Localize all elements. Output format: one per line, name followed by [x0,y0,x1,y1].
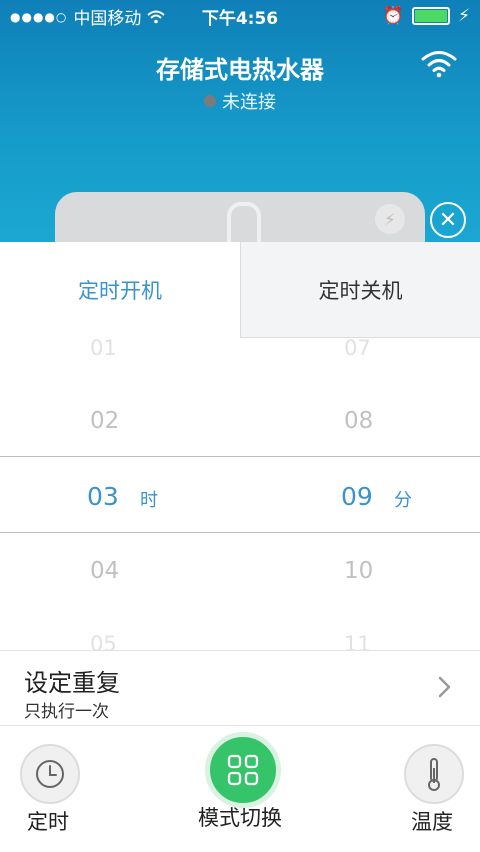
connection-status: 未连接 [0,88,480,114]
picker-selection-top [0,456,480,457]
status-right: ⏰ ⚡ [383,6,470,26]
timer-label[interactable]: 定时 [20,806,76,836]
device-illustration: ⚡ [55,192,425,242]
hour-selected[interactable]: 03 [87,482,119,511]
hour-unit: 时 [140,490,158,511]
thermometer-icon [428,758,440,791]
repeat-setting-row[interactable]: 设定重复 只执行一次 [0,650,480,726]
status-dot [204,95,216,107]
tab-timer-off[interactable]: 定时关机 [240,242,480,338]
hour-option[interactable]: 05 [90,632,117,650]
hour-option[interactable]: 01 [90,338,117,360]
battery-icon [412,7,451,25]
temperature-label[interactable]: 温度 [400,806,464,836]
minute-option[interactable]: 11 [344,632,371,650]
minute-option[interactable]: 07 [344,338,371,360]
time-picker[interactable]: 01 02 03 时 04 05 07 08 09 分 10 11 [0,338,480,650]
repeat-title: 设定重复 [24,669,120,697]
device-slot [227,202,261,242]
mode-switch-label[interactable]: 模式切换 [190,802,290,832]
temperature-button[interactable] [404,744,464,804]
hour-option[interactable]: 04 [90,558,119,584]
minute-option[interactable]: 08 [344,408,373,434]
bolt-icon: ⚡ [375,204,405,234]
tab-timer-on[interactable]: 定时开机 [0,242,240,338]
chevron-right-icon [438,676,451,698]
alarm-icon: ⏰ [382,6,405,26]
clock-icon [36,760,64,788]
minute-selected[interactable]: 09 [341,482,373,511]
status-bar: ●●●●○ 中国移动 下午4:56 ⏰ ⚡ [0,0,480,30]
mode-switch-button[interactable] [205,732,281,808]
repeat-value: 只执行一次 [24,702,109,722]
bottom-bar: 定时 模式切换 温度 [0,726,480,852]
close-icon[interactable]: ✕ [430,202,466,238]
picker-selection-bottom [0,532,480,533]
minute-option[interactable]: 10 [344,558,373,584]
charging-icon: ⚡ [458,6,470,26]
timer-tabs: 定时开机 定时关机 [0,242,480,338]
grid-icon [227,754,259,786]
wifi-icon[interactable] [420,48,458,78]
connection-status-label: 未连接 [222,92,276,113]
header: ●●●●○ 中国移动 下午4:56 ⏰ ⚡ 存储式电热水器 未连接 ⚡ ✕ [0,0,480,242]
minute-unit: 分 [394,490,412,511]
page-title: 存储式电热水器 [156,56,324,84]
hour-option[interactable]: 02 [90,408,119,434]
timer-button[interactable] [20,744,80,804]
